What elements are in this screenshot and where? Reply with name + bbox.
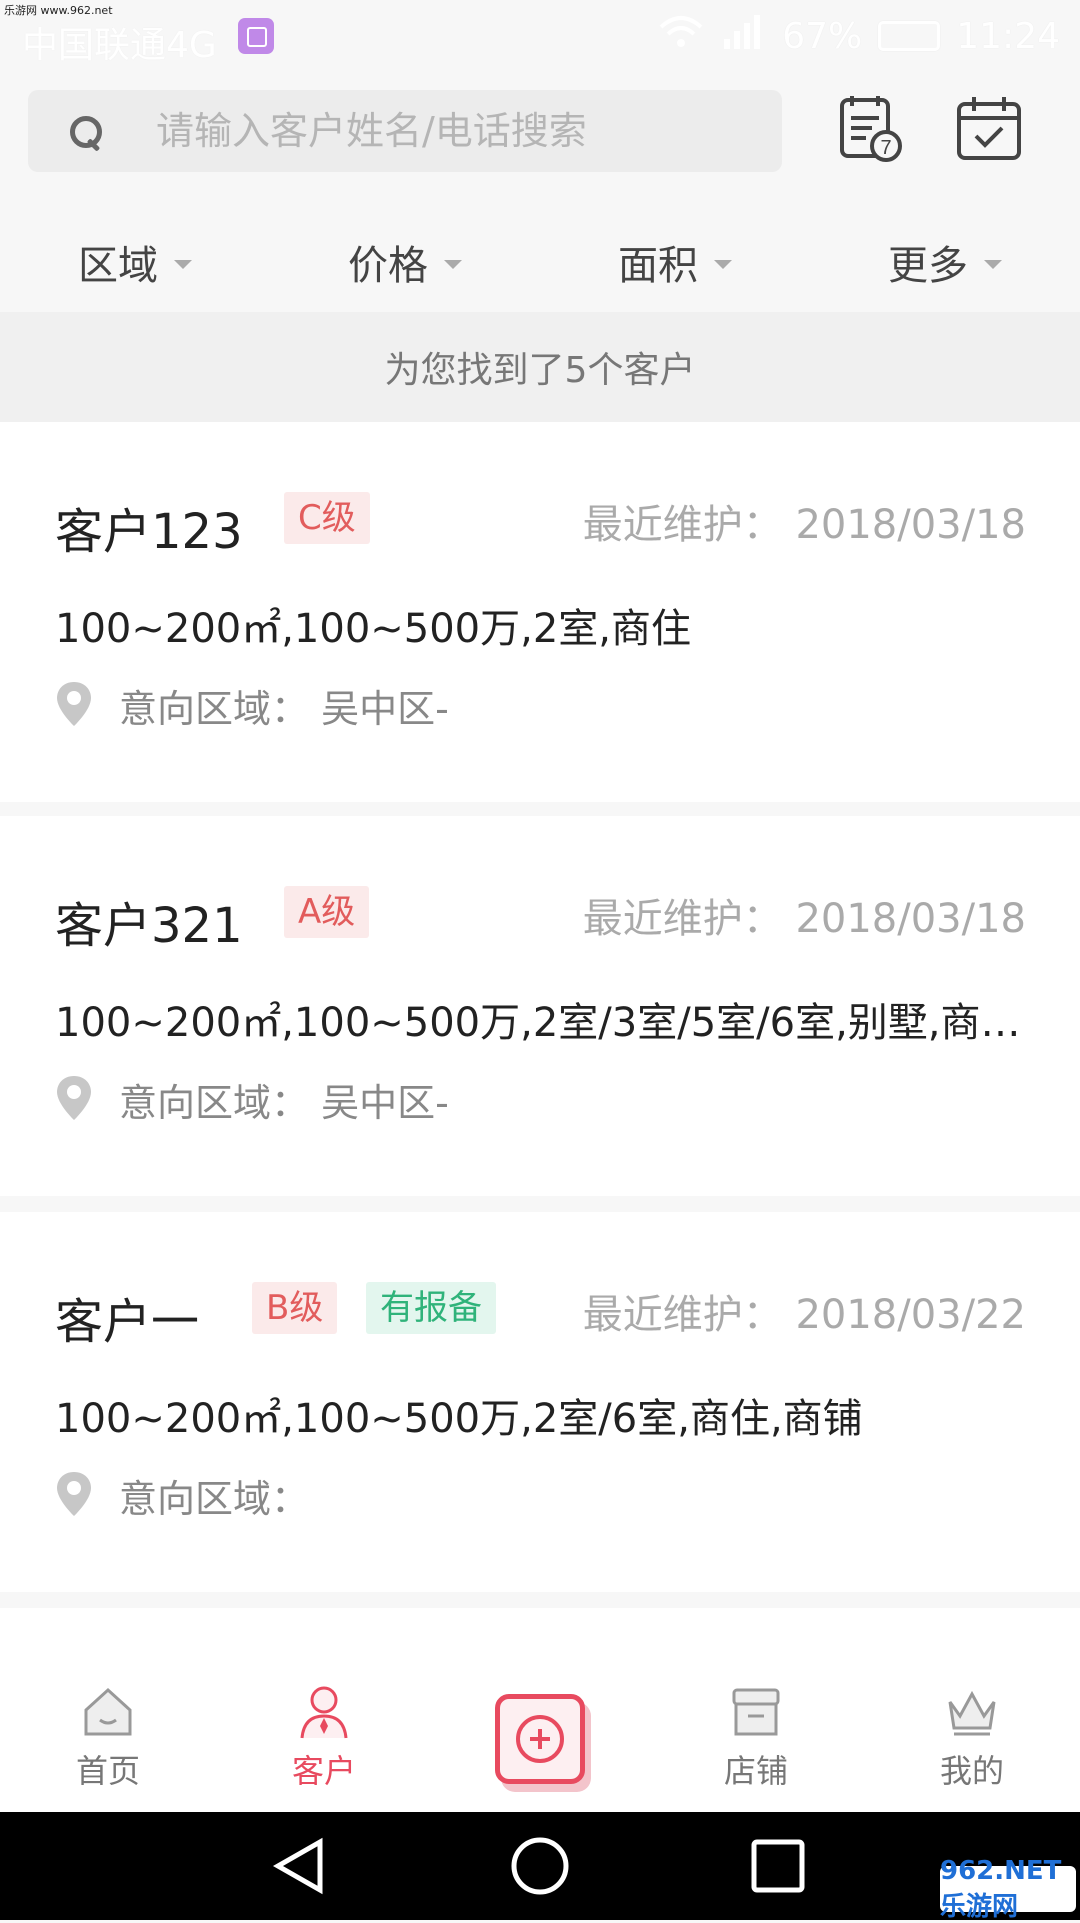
nav-label: 客户 xyxy=(291,1752,356,1790)
intended-area-row: 意向区域： xyxy=(55,1470,310,1521)
chevron-down-icon xyxy=(444,259,462,269)
last-maintenance: 最近维护： 2018/03/22 xyxy=(582,1292,1026,1338)
filter-area[interactable]: 面积 xyxy=(540,233,810,291)
site-logo: 962.NET 乐游网 xyxy=(940,1856,1076,1922)
last-maintenance: 最近维护： 2018/03/18 xyxy=(582,502,1026,548)
search-icon xyxy=(28,90,108,172)
search-box[interactable] xyxy=(28,90,782,172)
schedule-icon[interactable]: 7 xyxy=(834,94,904,164)
location-pin-icon xyxy=(55,1470,93,1520)
filter-label: 价格 xyxy=(348,243,428,289)
level-badge: B级 xyxy=(252,1282,338,1334)
header: 7 区域 价格 面积 更多 xyxy=(0,72,1080,312)
customer-icon xyxy=(296,1684,352,1740)
last-maintenance: 最近维护： 2018/03/18 xyxy=(582,896,1026,942)
store-icon xyxy=(728,1684,784,1740)
crown-icon xyxy=(944,1684,1000,1740)
filter-label: 区域 xyxy=(78,243,158,289)
battery-percent: 67% xyxy=(782,15,863,57)
system-nav-bar: 962.NET 乐游网 xyxy=(0,1812,1080,1922)
customer-card[interactable]: 客户321 A级 最近维护： 2018/03/18 100~200㎡,100~5… xyxy=(0,816,1080,1196)
status-indicators: 67% 11:24 xyxy=(658,14,1060,58)
nav-store[interactable]: 店铺 xyxy=(648,1640,864,1812)
bottom-nav: 首页 客户 店铺 我的 xyxy=(0,1640,1080,1812)
level-badge: A级 xyxy=(284,886,370,938)
customer-name: 客户123 xyxy=(55,504,243,560)
customer-card[interactable]: 客户123 C级 最近维护： 2018/03/18 100~200㎡,100~5… xyxy=(0,422,1080,802)
home-circle-icon[interactable] xyxy=(510,1836,570,1896)
customer-name: 客户321 xyxy=(55,898,243,954)
recent-apps-icon[interactable] xyxy=(748,1836,808,1896)
nav-add[interactable] xyxy=(432,1640,648,1812)
intended-area: 意向区域： xyxy=(119,1476,310,1521)
add-button[interactable] xyxy=(495,1694,585,1784)
filter-more[interactable]: 更多 xyxy=(810,233,1080,291)
clock: 11:24 xyxy=(956,15,1060,57)
nav-mine[interactable]: 我的 xyxy=(864,1640,1080,1812)
intended-area: 意向区域： 吴中区- xyxy=(119,1080,449,1125)
filter-label: 更多 xyxy=(888,243,968,289)
location-pin-icon xyxy=(55,1074,93,1124)
intended-area-row: 意向区域： 吴中区- xyxy=(55,1074,449,1125)
customer-requirements: 100~200㎡,100~500万,2室,商住 xyxy=(55,606,692,652)
schedule-badge: 7 xyxy=(880,137,891,159)
level-badge: C级 xyxy=(284,492,370,544)
chevron-down-icon xyxy=(984,259,1002,269)
chevron-down-icon xyxy=(714,259,732,269)
search-input[interactable] xyxy=(108,90,782,172)
reported-badge: 有报备 xyxy=(366,1282,496,1334)
customer-requirements: 100~200㎡,100~500万,2室/3室/5室/6室,别墅,商住,商铺 xyxy=(55,1000,1035,1046)
customer-card[interactable]: 客户一 B级 有报备 最近维护： 2018/03/22 100~200㎡,100… xyxy=(0,1212,1080,1592)
signal-icon xyxy=(720,14,766,58)
back-icon[interactable] xyxy=(270,1836,330,1896)
carrier-name: 中国联通4G xyxy=(22,25,217,66)
calendar-icon[interactable] xyxy=(954,94,1024,164)
wifi-icon xyxy=(658,15,704,58)
filter-region[interactable]: 区域 xyxy=(0,233,270,291)
battery-icon xyxy=(878,21,941,51)
nav-label: 店铺 xyxy=(723,1752,788,1790)
filter-label: 面积 xyxy=(618,243,698,289)
home-icon xyxy=(80,1684,136,1740)
nav-home[interactable]: 首页 xyxy=(0,1640,216,1812)
nav-customers[interactable]: 客户 xyxy=(216,1640,432,1812)
customer-requirements: 100~200㎡,100~500万,2室/6室,商住,商铺 xyxy=(55,1396,863,1442)
intended-area-row: 意向区域： 吴中区- xyxy=(55,680,449,731)
status-bar: 乐游网 www.962.net 中国联通4G 67% 11:24 xyxy=(0,0,1080,72)
result-count-banner: 为您找到了5个客户 xyxy=(0,312,1080,422)
nav-label: 我的 xyxy=(939,1752,1004,1790)
intended-area: 意向区域： 吴中区- xyxy=(119,686,449,731)
nav-label: 首页 xyxy=(75,1752,140,1790)
chevron-down-icon xyxy=(174,259,192,269)
location-pin-icon xyxy=(55,680,93,730)
filter-bar: 区域 价格 面积 更多 xyxy=(0,212,1080,312)
filter-price[interactable]: 价格 xyxy=(270,233,540,291)
photo-notification-icon xyxy=(238,18,274,54)
customer-name: 客户一 xyxy=(55,1294,200,1350)
